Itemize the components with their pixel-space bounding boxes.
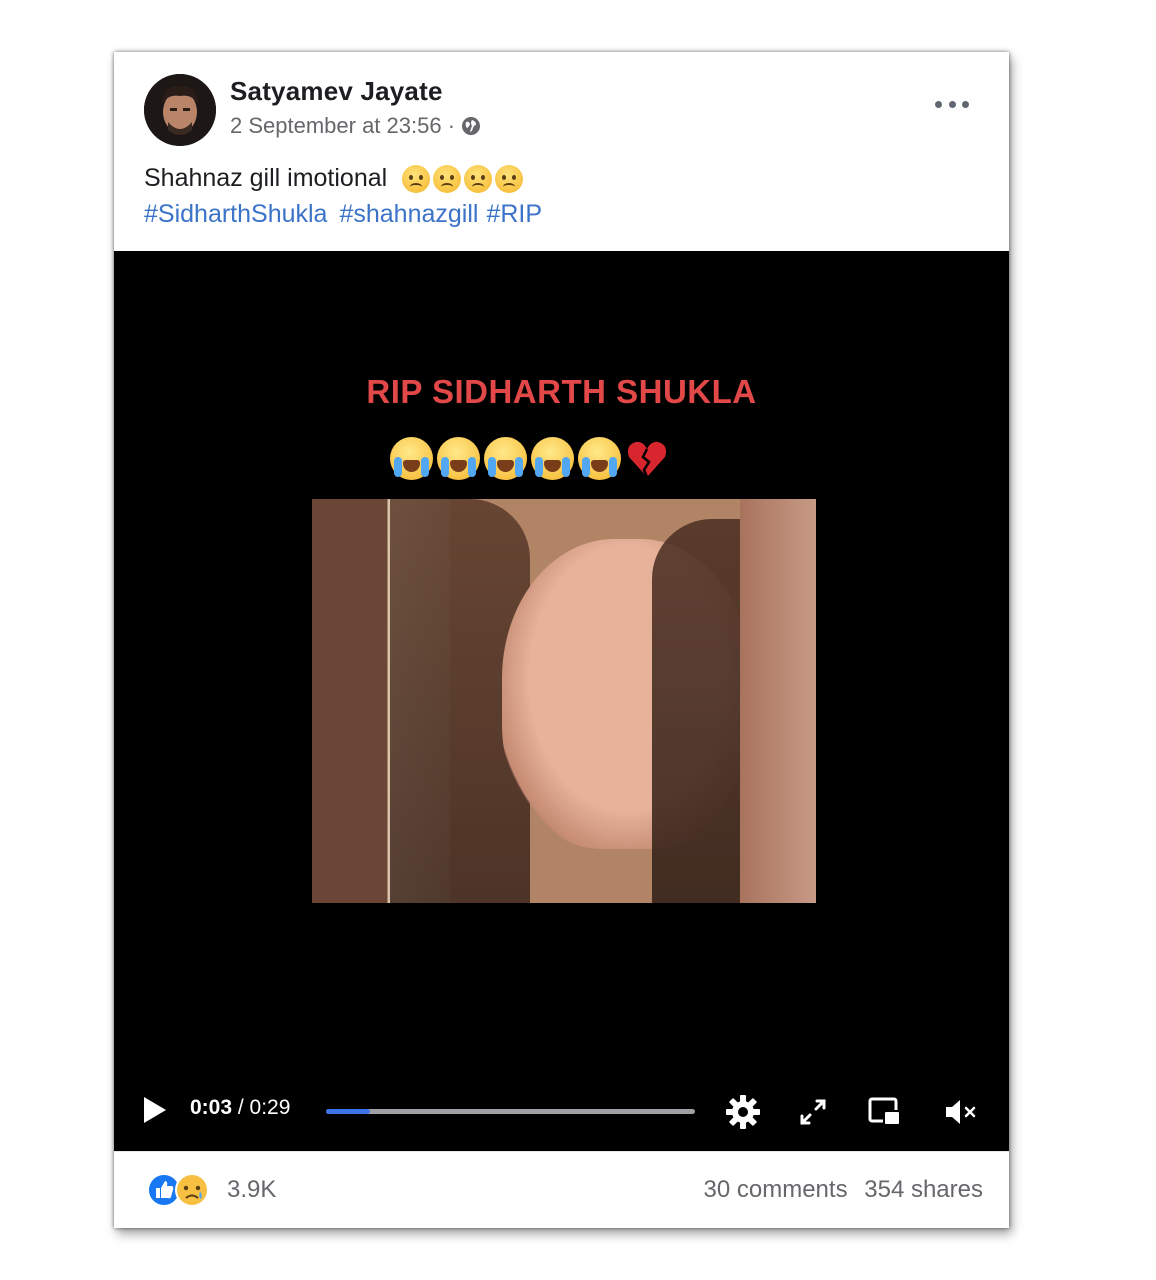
hashtag-link[interactable]: #shahnazgill bbox=[339, 200, 478, 228]
duration: 0:29 bbox=[249, 1096, 291, 1119]
globe-icon bbox=[462, 117, 481, 135]
facebook-post: Satyamev Jayate 2 September at 23:56 · S… bbox=[114, 52, 1009, 1228]
mute-icon[interactable] bbox=[942, 1093, 980, 1131]
author-avatar[interactable] bbox=[144, 74, 216, 146]
crying-emoji-row bbox=[390, 437, 669, 481]
crying-face-icon bbox=[484, 437, 527, 480]
reaction-icons[interactable] bbox=[146, 1172, 214, 1208]
sad-face-icon bbox=[402, 165, 431, 194]
current-time: 0:03 bbox=[190, 1096, 233, 1119]
post-stats: 30 comments 354 shares bbox=[694, 1176, 983, 1204]
crying-face-icon bbox=[437, 437, 480, 480]
hashtag-link[interactable]: #SidharthShukla bbox=[144, 200, 327, 228]
crying-face-icon bbox=[531, 437, 574, 480]
play-icon[interactable] bbox=[144, 1097, 166, 1123]
progress-fill bbox=[326, 1109, 371, 1114]
crying-face-icon bbox=[578, 437, 621, 480]
sad-face-icon bbox=[495, 165, 524, 194]
picture-in-picture-icon[interactable] bbox=[866, 1093, 904, 1131]
sad-emoji-row bbox=[402, 165, 524, 194]
sad-face-icon bbox=[433, 165, 462, 194]
video-time: 0:03 / 0:29 bbox=[190, 1096, 290, 1120]
settings-icon[interactable] bbox=[724, 1093, 762, 1131]
shares-count[interactable]: 354 shares bbox=[864, 1176, 983, 1203]
author-name[interactable]: Satyamev Jayate bbox=[230, 76, 443, 107]
more-options-icon[interactable] bbox=[935, 90, 969, 118]
reaction-bar: 3.9K 30 comments 354 shares bbox=[114, 1151, 1009, 1229]
hashtags: #SidharthShukla #shahnazgill #RIP bbox=[144, 196, 554, 232]
comments-count[interactable]: 30 comments bbox=[704, 1176, 848, 1203]
post-timestamp[interactable]: 2 September at 23:56 · bbox=[230, 113, 455, 139]
video-frame bbox=[312, 499, 816, 903]
post-text-content: Shahnaz gill imotional bbox=[144, 164, 388, 192]
sad-icon bbox=[175, 1173, 209, 1207]
crying-face-icon bbox=[390, 437, 433, 480]
progress-bar[interactable] bbox=[326, 1109, 695, 1114]
post-meta: 2 September at 23:56 · bbox=[230, 113, 481, 139]
video-controls: 0:03 / 0:29 bbox=[114, 1089, 1009, 1135]
avatar-portrait bbox=[144, 74, 216, 146]
post-text: Shahnaz gill imotional bbox=[144, 160, 524, 196]
broken-heart-icon bbox=[627, 441, 667, 478]
sad-face-icon bbox=[464, 165, 493, 194]
video-overlay-title: RIP SIDHARTH SHUKLA bbox=[366, 373, 757, 410]
video-player[interactable]: RIP SIDHARTH SHUKLA 0:03 / 0:29 bbox=[114, 251, 1009, 1151]
time-separator: / bbox=[232, 1096, 250, 1119]
reaction-count[interactable]: 3.9K bbox=[227, 1176, 276, 1204]
fullscreen-icon[interactable] bbox=[794, 1093, 832, 1131]
hashtag-link[interactable]: #RIP bbox=[486, 200, 542, 228]
